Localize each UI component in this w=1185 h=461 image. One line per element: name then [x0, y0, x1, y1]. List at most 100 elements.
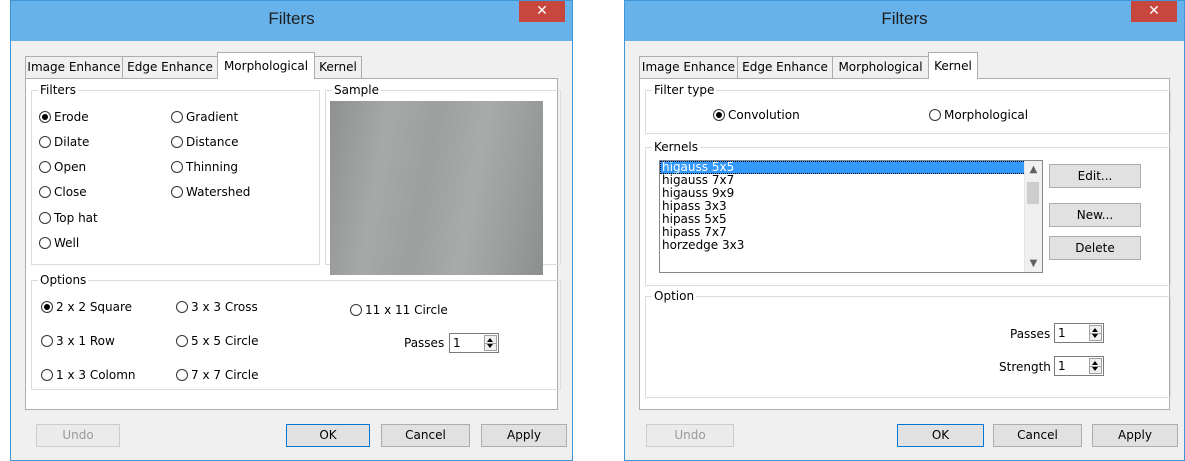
apply-button[interactable]: Apply: [481, 424, 567, 447]
kernels-listbox[interactable]: higauss 5x5 higauss 7x7 higauss 9x9 hipa…: [659, 160, 1043, 273]
radio-button[interactable]: [39, 161, 51, 173]
ok-button[interactable]: OK: [286, 424, 370, 447]
radio-2x2-square[interactable]: 2 x 2 Square: [41, 300, 132, 314]
radio-button[interactable]: [171, 136, 183, 148]
spin-up-icon[interactable]: [1092, 328, 1098, 332]
scroll-thumb[interactable]: [1027, 182, 1039, 204]
spinner-buttons[interactable]: [484, 335, 497, 351]
radio-button[interactable]: [350, 304, 362, 316]
list-scrollbar[interactable]: ▲ ▼: [1024, 161, 1042, 272]
radio-button[interactable]: [171, 186, 183, 198]
spin-down-icon[interactable]: [1092, 334, 1098, 338]
spinner-buttons[interactable]: [1089, 358, 1102, 374]
passes-spinner[interactable]: [1054, 323, 1104, 343]
radio-open[interactable]: Open: [39, 160, 86, 174]
radio-3x1-row[interactable]: 3 x 1 Row: [41, 334, 115, 348]
radio-7x7-circle[interactable]: 7 x 7 Circle: [176, 368, 259, 382]
radio-button[interactable]: [176, 335, 188, 347]
radio-11x11-circle[interactable]: 11 x 11 Circle: [350, 303, 448, 317]
passes-input[interactable]: [453, 335, 481, 351]
tab-morphological[interactable]: Morphological: [832, 56, 929, 78]
kernels-group-title: Kernels: [652, 140, 700, 154]
radio-button[interactable]: [39, 212, 51, 224]
spin-up-icon[interactable]: [487, 338, 493, 342]
radio-label: 3 x 1 Row: [56, 334, 115, 348]
radio-3x3-cross[interactable]: 3 x 3 Cross: [176, 300, 258, 314]
tab-morphological[interactable]: Morphological: [217, 52, 315, 79]
strength-input[interactable]: [1058, 358, 1086, 374]
passes-input[interactable]: [1058, 325, 1086, 341]
radio-button-checked[interactable]: [713, 109, 725, 121]
radio-watershed[interactable]: Watershed: [171, 185, 250, 199]
radio-top-hat[interactable]: Top hat: [39, 211, 98, 225]
apply-button[interactable]: Apply: [1092, 424, 1178, 447]
radio-label: Watershed: [186, 185, 251, 199]
radio-button[interactable]: [39, 186, 51, 198]
radio-thinning[interactable]: Thinning: [171, 160, 238, 174]
spin-up-icon[interactable]: [1092, 361, 1098, 365]
close-button[interactable]: ✕: [1131, 1, 1177, 22]
radio-close[interactable]: Close: [39, 185, 87, 199]
undo-button[interactable]: Undo: [646, 424, 734, 447]
options-group-title: Options: [38, 273, 89, 287]
radio-5x5-circle[interactable]: 5 x 5 Circle: [176, 334, 259, 348]
tab-kernel[interactable]: Kernel: [314, 56, 362, 78]
radio-button-checked[interactable]: [39, 111, 51, 123]
radio-button[interactable]: [171, 161, 183, 173]
filter-type-group: Filter type Convolution Morphological: [645, 83, 1171, 134]
cancel-button[interactable]: Cancel: [381, 424, 470, 447]
radio-convolution[interactable]: Convolution: [713, 108, 800, 122]
radio-button[interactable]: [39, 136, 51, 148]
tab-image-enhance[interactable]: Image Enhance: [639, 56, 738, 78]
radio-button[interactable]: [176, 369, 188, 381]
cancel-button[interactable]: Cancel: [993, 424, 1082, 447]
option-group-title: Option: [652, 289, 697, 303]
title-bar[interactable]: Filters ✕: [11, 1, 572, 41]
radio-morphological[interactable]: Morphological: [929, 108, 1028, 122]
close-button[interactable]: ✕: [519, 1, 565, 22]
dialog-client: Image Enhance Edge Enhance Morphological…: [19, 41, 567, 452]
passes-spinner[interactable]: [449, 333, 499, 353]
title-bar[interactable]: Filters ✕: [625, 1, 1184, 41]
filters-group-title: Filters: [38, 83, 78, 97]
radio-label: Convolution: [728, 108, 800, 122]
radio-button-checked[interactable]: [41, 301, 53, 313]
radio-erode[interactable]: Erode: [39, 110, 89, 124]
tab-edge-enhance[interactable]: Edge Enhance: [122, 56, 218, 78]
scroll-up-icon[interactable]: ▲: [1025, 161, 1042, 178]
radio-well[interactable]: Well: [39, 236, 79, 250]
tab-kernel[interactable]: Kernel: [928, 52, 978, 79]
radio-button[interactable]: [171, 111, 183, 123]
radio-button[interactable]: [41, 335, 53, 347]
edit-kernel-button[interactable]: Edit...: [1049, 164, 1141, 188]
radio-label: Thinning: [186, 160, 239, 174]
radio-distance[interactable]: Distance: [171, 135, 238, 149]
tab-image-enhance[interactable]: Image Enhance: [25, 56, 123, 78]
new-kernel-button[interactable]: New...: [1049, 203, 1141, 227]
radio-button[interactable]: [176, 301, 188, 313]
radio-gradient[interactable]: Gradient: [171, 110, 238, 124]
tab-page-morphological: Filters Erode Dilate Open Close Top hat …: [25, 78, 561, 410]
radio-label: Top hat: [54, 211, 98, 225]
spin-down-icon[interactable]: [1092, 367, 1098, 371]
spinner-buttons[interactable]: [1089, 325, 1102, 341]
delete-kernel-button[interactable]: Delete: [1049, 236, 1141, 260]
radio-button[interactable]: [929, 109, 941, 121]
undo-button[interactable]: Undo: [36, 424, 120, 447]
radio-1x3-colomn[interactable]: 1 x 3 Colomn: [41, 368, 136, 382]
radio-label: Close: [54, 185, 87, 199]
options-group: Options 2 x 2 Square 3 x 1 Row 1 x 3 Col…: [31, 273, 561, 390]
filter-type-group-title: Filter type: [652, 83, 717, 97]
radio-label: Gradient: [186, 110, 239, 124]
radio-dilate[interactable]: Dilate: [39, 135, 89, 149]
sample-group-title: Sample: [332, 83, 381, 97]
list-item[interactable]: horzedge 3x3: [660, 239, 1042, 252]
radio-button[interactable]: [39, 237, 51, 249]
scroll-down-icon[interactable]: ▼: [1025, 255, 1042, 272]
sample-preview-image: [330, 101, 543, 275]
strength-spinner[interactable]: [1054, 356, 1104, 376]
radio-button[interactable]: [41, 369, 53, 381]
ok-button[interactable]: OK: [897, 424, 984, 447]
spin-down-icon[interactable]: [487, 344, 493, 348]
tab-edge-enhance[interactable]: Edge Enhance: [737, 56, 833, 78]
